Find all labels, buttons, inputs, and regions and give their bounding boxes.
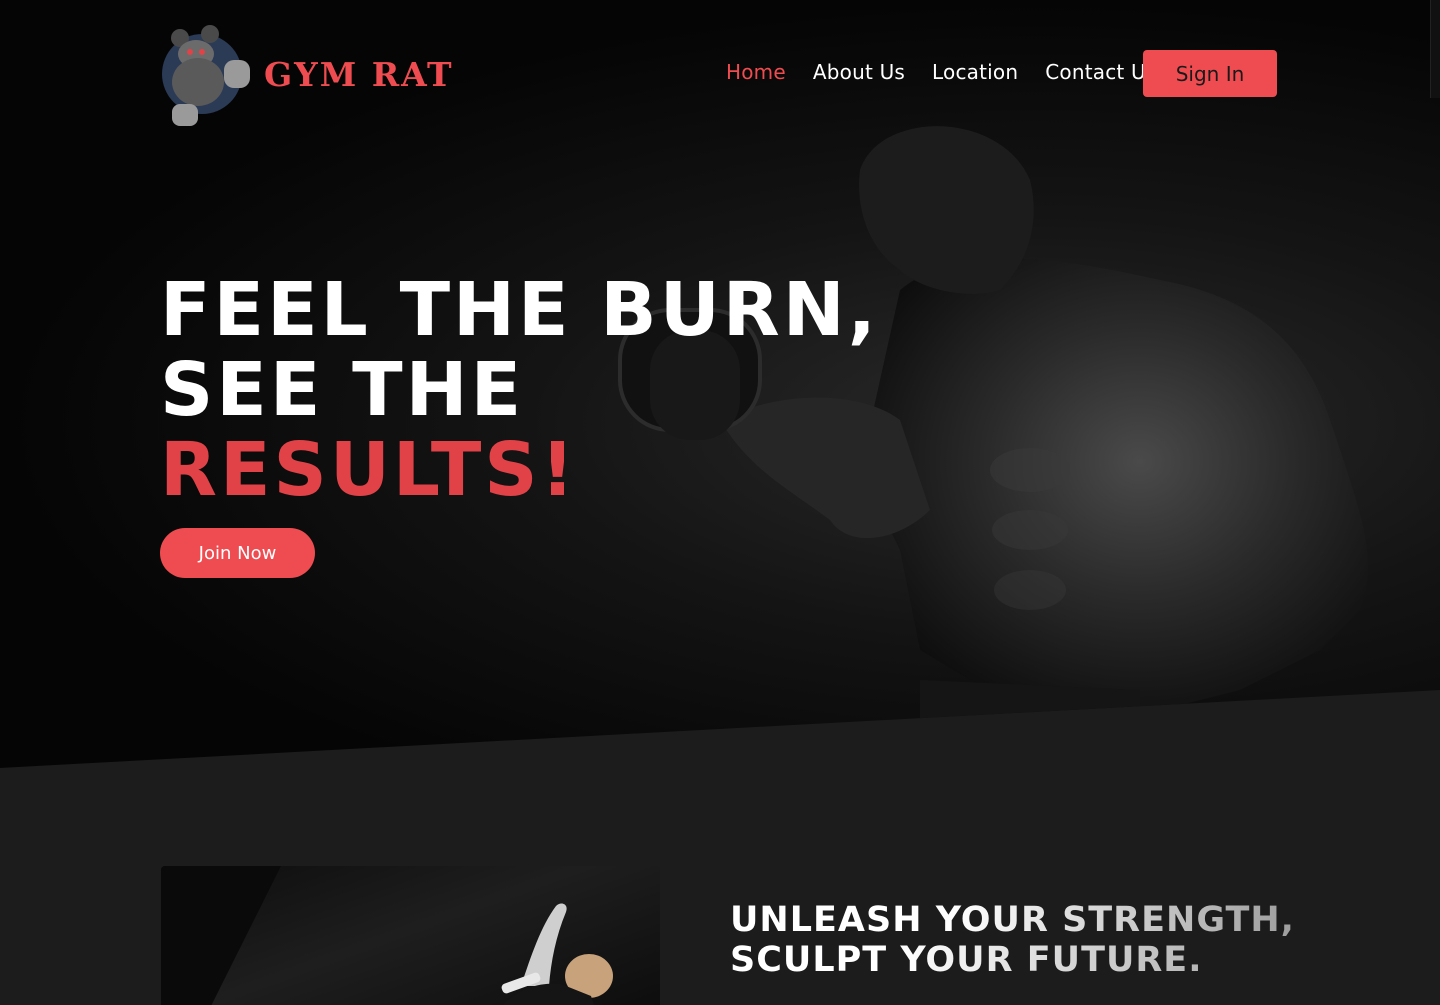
headline-line-2: SEE THE xyxy=(160,347,525,433)
join-now-button[interactable]: Join Now xyxy=(160,528,315,578)
scrollbar[interactable] xyxy=(1430,0,1440,98)
section-tagline: UNLEASH YOUR STRENGTH, SCULPT YOUR FUTUR… xyxy=(730,900,1295,980)
main-nav: Home About Us Location Contact Us xyxy=(726,60,1183,84)
workout-image-card xyxy=(161,866,660,1005)
woman-exercise-image xyxy=(161,866,613,1005)
rat-mascot-icon xyxy=(162,25,250,126)
nav-contact-us[interactable]: Contact Us xyxy=(1045,60,1156,84)
tagline-line-1: UNLEASH YOUR STRENGTH, xyxy=(730,900,1295,940)
brand-name: GYM RAT xyxy=(264,54,454,94)
tagline-line-2: SCULPT YOUR FUTURE. xyxy=(730,940,1295,980)
page: GYM RAT Home About Us Location Contact U… xyxy=(0,0,1440,1005)
headline-line-1: FEEL THE BURN, xyxy=(160,267,879,353)
nav-location[interactable]: Location xyxy=(932,60,1018,84)
logo[interactable]: GYM RAT xyxy=(152,20,454,128)
sign-in-button[interactable]: Sign In xyxy=(1143,50,1277,97)
headline-line-3: RESULTS! xyxy=(160,427,578,513)
hero-headline: FEEL THE BURN, SEE THE RESULTS! xyxy=(160,270,879,510)
nav-home[interactable]: Home xyxy=(726,60,786,84)
nav-about-us[interactable]: About Us xyxy=(813,60,905,84)
